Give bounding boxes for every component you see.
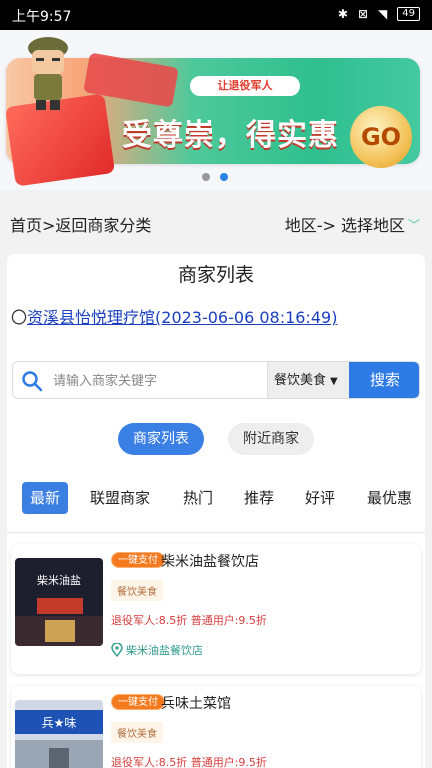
notice-marquee[interactable]: 〇资溪县怡悦理疗馆(2023-06-06 08:16:49) bbox=[11, 304, 337, 328]
merchant-card[interactable]: 兵★味 一键支付 兵味土菜馆 餐饮美食 退役军人:8.5折 普通用户:9.5折 bbox=[11, 686, 421, 768]
merchant-discount: 退役军人:8.5折 普通用户:9.5折 bbox=[111, 614, 267, 627]
status-bar: 上午9:57 ✱ ⊠ ◥ 49 bbox=[0, 0, 432, 30]
merchant-name: 兵味土菜馆 bbox=[161, 696, 231, 712]
filter-tabs: 最新 联盟商家 热门 推荐 好评 最优惠 bbox=[7, 482, 425, 518]
merchant-panel: 商家列表 〇资溪县怡悦理疗馆(2023-06-06 08:16:49) 请输入商… bbox=[7, 254, 425, 768]
status-time: 上午9:57 bbox=[12, 9, 72, 25]
filter-tab-latest[interactable]: 最新 bbox=[22, 482, 69, 514]
soldier-icon bbox=[28, 37, 68, 110]
chevron-down-icon: ﹀ bbox=[407, 217, 420, 232]
merchant-name: 柴米油盐餐饮店 bbox=[161, 554, 259, 570]
divider bbox=[7, 532, 425, 533]
pay-badge: 一键支付 bbox=[111, 552, 165, 568]
merchant-photo: 柴米油盐 bbox=[15, 558, 103, 646]
breadcrumb-back[interactable]: 首页>返回商家分类 bbox=[10, 212, 151, 236]
dropdown-arrow-icon: ▼ bbox=[330, 376, 338, 387]
filter-tab-recommend[interactable]: 推荐 bbox=[244, 482, 274, 514]
search-input[interactable]: 请输入商家关键字 bbox=[53, 370, 157, 389]
merchant-photo: 兵★味 bbox=[15, 700, 103, 768]
merchant-discount: 退役军人:8.5折 普通用户:9.5折 bbox=[111, 756, 267, 768]
filter-tab-good-review[interactable]: 好评 bbox=[305, 482, 335, 514]
status-icons: ✱ ⊠ ◥ 49 bbox=[338, 7, 420, 21]
merchant-sign: 兵★味 bbox=[42, 716, 77, 730]
search-icon bbox=[22, 371, 43, 392]
merchant-location-label: 柴米油盐餐饮店 bbox=[126, 644, 203, 657]
region-selector[interactable]: 地区-> 选择地区 ﹀ bbox=[285, 212, 420, 236]
merchant-category: 餐饮美食 bbox=[111, 722, 163, 743]
carousel-dot-active[interactable] bbox=[220, 173, 228, 181]
page-title: 商家列表 bbox=[177, 264, 254, 286]
sim-icon: ⊠ bbox=[357, 7, 369, 21]
category-select[interactable]: 餐饮美食 ▼ bbox=[267, 362, 349, 398]
banner-go-button[interactable]: GO bbox=[350, 106, 412, 168]
notice-bullet: 〇 bbox=[11, 308, 28, 327]
tab-nearby-merchants[interactable]: 附近商家 bbox=[228, 423, 314, 455]
filter-tab-best-deal[interactable]: 最优惠 bbox=[367, 482, 412, 514]
filter-tab-hot[interactable]: 热门 bbox=[183, 482, 213, 514]
banner-tag: 让退役军人 bbox=[190, 76, 300, 96]
carousel-dot[interactable] bbox=[202, 173, 210, 181]
pay-badge: 一键支付 bbox=[111, 694, 165, 710]
notice-link[interactable]: 资溪县怡悦理疗馆(2023-06-06 08:16:49) bbox=[27, 308, 337, 327]
search-button[interactable]: 搜索 bbox=[349, 362, 419, 398]
merchant-sign: 柴米油盐 bbox=[37, 573, 81, 587]
battery-icon: 49 bbox=[397, 7, 420, 21]
location-pin-icon bbox=[111, 643, 123, 657]
banner-slogan: 受尊崇，得实惠 bbox=[122, 118, 339, 153]
merchant-card[interactable]: 柴米油盐 一键支付 柴米油盐餐饮店 餐饮美食 退役军人:8.5折 普通用户:9.… bbox=[11, 544, 421, 674]
bluetooth-icon: ✱ bbox=[337, 7, 348, 21]
nav-row: 首页>返回商家分类 地区-> 选择地区 ﹀ bbox=[0, 200, 432, 244]
carousel-dots bbox=[202, 173, 228, 181]
merchant-location[interactable]: 柴米油盐餐饮店 bbox=[111, 642, 203, 658]
promo-banner[interactable]: 让退役军人 受尊崇，得实惠 GO bbox=[0, 30, 432, 190]
tab-merchant-list[interactable]: 商家列表 bbox=[118, 423, 204, 455]
wifi-icon: ◥ bbox=[378, 7, 388, 21]
region-label: 地区-> 选择地区 bbox=[284, 216, 405, 235]
category-select-value: 餐饮美食 bbox=[274, 373, 327, 388]
search-bar: 请输入商家关键字 餐饮美食 ▼ 搜索 bbox=[12, 361, 420, 399]
merchant-category: 餐饮美食 bbox=[111, 580, 163, 601]
filter-tab-alliance[interactable]: 联盟商家 bbox=[90, 482, 150, 514]
